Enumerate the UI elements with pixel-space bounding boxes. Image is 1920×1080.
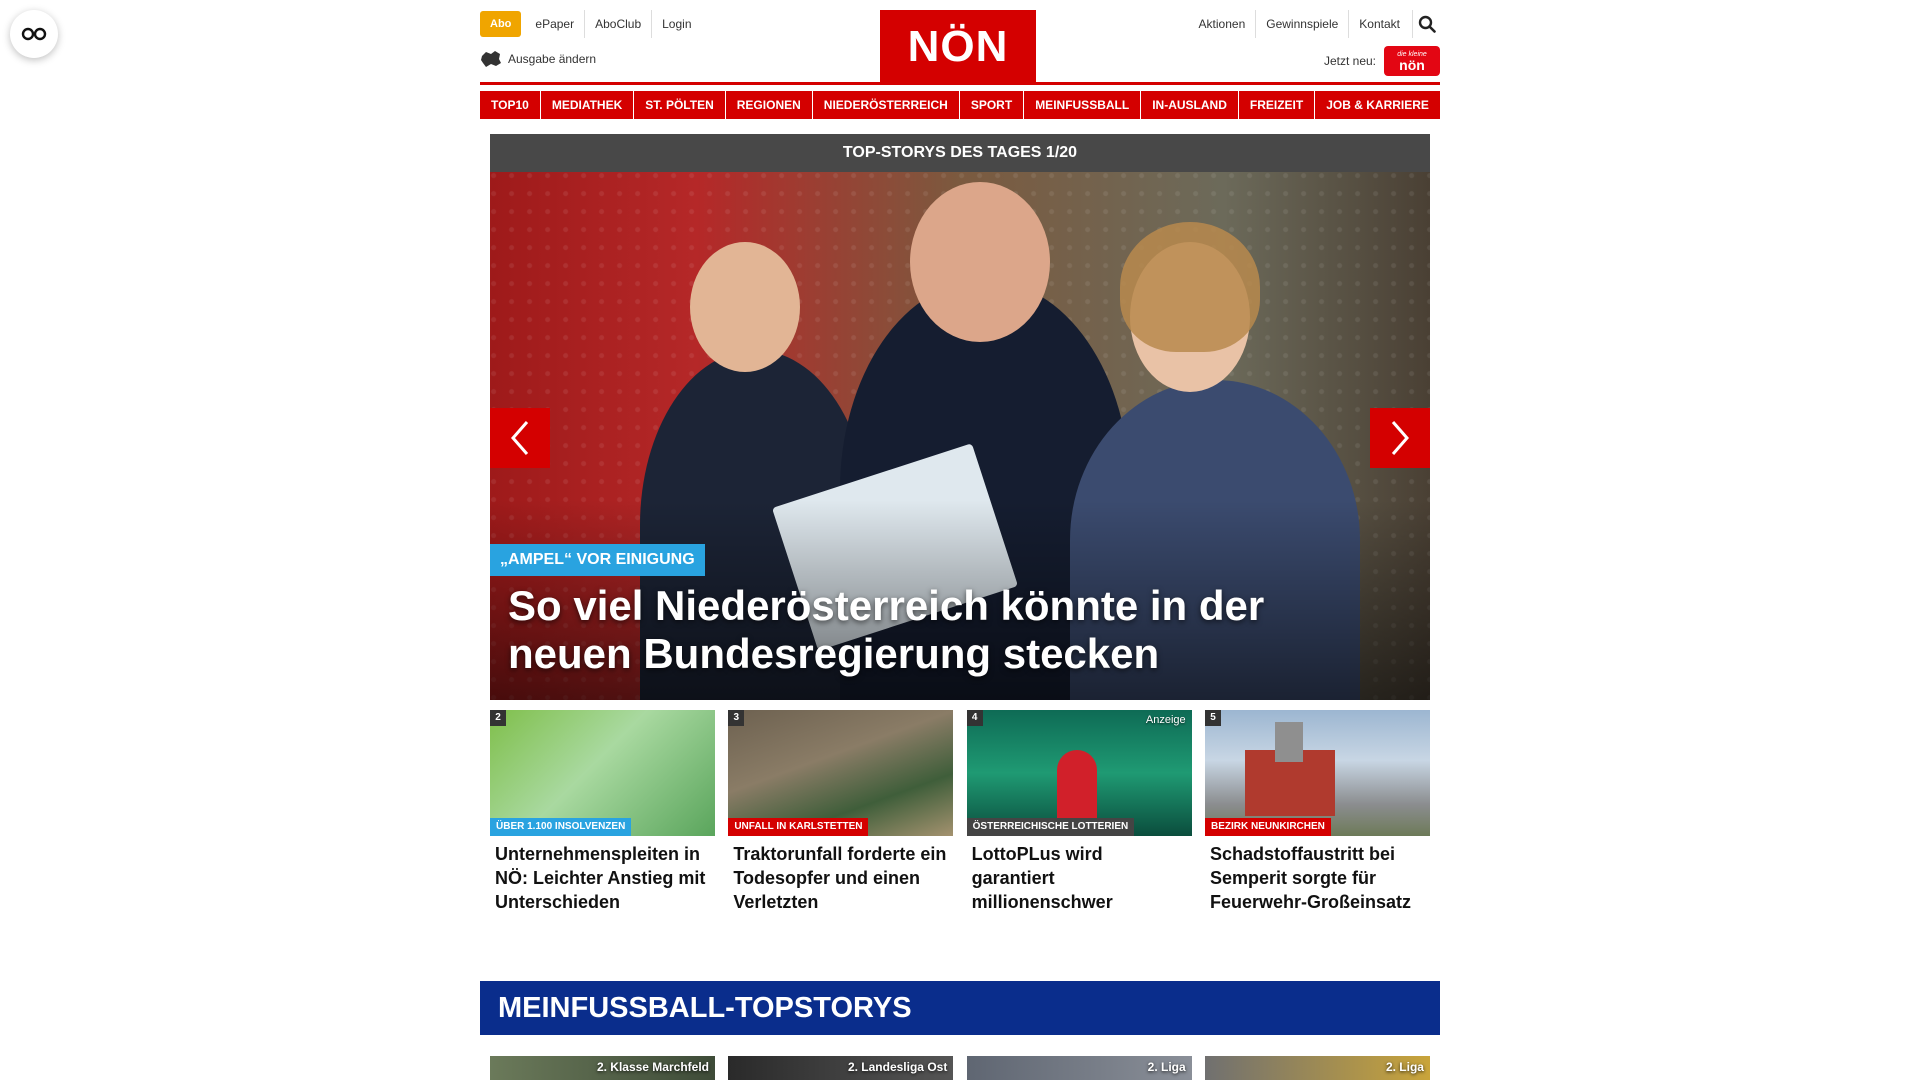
mf-story-card[interactable]: 2. Landesliga Ost	[728, 1056, 954, 1080]
top-left-links: Abo ePaper AboClub Login	[480, 10, 702, 38]
nav-item-meinfussball[interactable]: MEINFUSSBALL	[1024, 91, 1141, 119]
story-card[interactable]: 4 Anzeige ÖSTERREICHISCHE LOTTERIEN Lott…	[966, 710, 1192, 914]
edition-switch[interactable]: Ausgabe ändern	[480, 50, 596, 68]
hero-prev-button[interactable]	[490, 408, 550, 468]
mf-league-label: 2. Liga	[1385, 1060, 1424, 1074]
edition-label: Ausgabe ändern	[508, 52, 597, 66]
mf-story-card[interactable]: 2. Liga	[1204, 1056, 1430, 1080]
gewinnspiele-link[interactable]: Gewinnspiele	[1255, 10, 1348, 38]
factory-tower	[1274, 722, 1303, 762]
story-title[interactable]: Unternehmenspleiten in NÖ: Leichter Anst…	[490, 836, 715, 914]
hero-headline[interactable]: So viel Niederösterreich könnte in der n…	[508, 582, 1388, 678]
nav-item-freizeit[interactable]: FREIZEIT	[1238, 91, 1315, 119]
mf-league-label: 2. Klasse Marchfeld	[596, 1060, 709, 1074]
aktionen-link[interactable]: Aktionen	[1189, 10, 1256, 38]
nav-item-regionen[interactable]: REGIONEN	[725, 91, 812, 119]
story-kicker: BEZIRK NEUNKIRCHEN	[1204, 818, 1331, 836]
nav-item-top10[interactable]: TOP10	[480, 91, 540, 119]
hero-head-left	[690, 242, 800, 372]
site-header: Abo ePaper AboClub Login Ausgabe ändern …	[480, 0, 1440, 85]
meinfussball-stories: 2. Klasse Marchfeld 2. Landesliga Ost 2.…	[490, 1056, 1430, 1080]
story-card[interactable]: 3 UNFALL IN KARLSTETTEN Traktorunfall fo…	[728, 710, 954, 914]
hero-head-center	[910, 182, 1050, 342]
search-button[interactable]	[1412, 10, 1440, 38]
nav-item-mediathek[interactable]: MEDIATHEK	[540, 91, 634, 119]
epaper-link[interactable]: ePaper	[525, 10, 584, 38]
story-number: 4	[966, 710, 983, 726]
hero-next-button[interactable]	[1370, 408, 1430, 468]
ad-label: Anzeige	[1145, 714, 1186, 726]
top-stories-header: TOP-STORYS DES TAGES 1/20	[490, 134, 1430, 172]
login-link[interactable]: Login	[651, 10, 701, 38]
story-image: 4 Anzeige ÖSTERREICHISCHE LOTTERIEN	[966, 710, 1192, 836]
top-right-links: Aktionen Gewinnspiele Kontakt	[1189, 10, 1440, 38]
nav-item-in-ausland[interactable]: IN-AUSLAND	[1141, 91, 1238, 119]
nav-item-sport[interactable]: SPORT	[959, 91, 1024, 119]
hero-hair-right	[1120, 222, 1260, 352]
hero-story[interactable]: „AMPEL“ VOR EINIGUNG So viel Niederöster…	[490, 172, 1430, 700]
non-logo[interactable]: NÖN	[880, 10, 1036, 84]
story-kicker: ÜBER 1.100 INSOLVENZEN	[490, 818, 632, 836]
jetzt-neu-label: Jetzt neu:	[1323, 54, 1376, 68]
nav-item-niederoesterreich[interactable]: NIEDERÖSTERREICH	[812, 91, 959, 119]
story-image: 3 UNFALL IN KARLSTETTEN	[728, 710, 954, 836]
glasses-icon	[21, 27, 47, 41]
mf-league-label: 2. Liga	[1147, 1060, 1186, 1074]
chevron-right-icon	[1391, 421, 1409, 455]
kleine-noen-badge[interactable]: die kleine nön	[1384, 46, 1440, 76]
story-title[interactable]: LottoPLus wird garantiert millionenschwe…	[967, 836, 1192, 914]
mf-story-card[interactable]: 2. Liga	[966, 1056, 1192, 1080]
story-card[interactable]: 2 ÜBER 1.100 INSOLVENZEN Unternehmensple…	[490, 710, 715, 914]
story-card[interactable]: 5 BEZIRK NEUNKIRCHEN Schadstoffaustritt …	[1204, 710, 1430, 914]
story-number: 2	[490, 710, 506, 726]
map-icon	[481, 51, 501, 67]
main-nav: TOP10 MEDIATHEK ST. PÖLTEN REGIONEN NIED…	[480, 91, 1440, 119]
abo-button[interactable]: Abo	[480, 11, 522, 37]
jetzt-neu: Jetzt neu: die kleine nön	[1324, 46, 1440, 76]
badge-big-text: nön	[1399, 56, 1425, 73]
story-number: 3	[728, 710, 745, 726]
story-grid: 2 ÜBER 1.100 INSOLVENZEN Unternehmensple…	[490, 710, 1430, 914]
meinfussball-header[interactable]: MEINFUSSBALL-TOPSTORYS	[480, 981, 1440, 1035]
hero-kicker: „AMPEL“ VOR EINIGUNG	[490, 544, 705, 576]
nav-item-job-karriere[interactable]: JOB & KARRIERE	[1315, 91, 1440, 119]
header-divider	[480, 82, 1440, 85]
page: Abo ePaper AboClub Login Ausgabe ändern …	[480, 0, 1440, 1080]
story-title[interactable]: Traktorunfall forderte ein Todesopfer un…	[728, 836, 953, 914]
nav-item-st-poelten[interactable]: ST. PÖLTEN	[634, 91, 725, 119]
mf-league-label: 2. Landesliga Ost	[847, 1060, 948, 1074]
reader-mode-button[interactable]	[10, 10, 58, 58]
mf-story-card[interactable]: 2. Klasse Marchfeld	[490, 1056, 715, 1080]
story-kicker: UNFALL IN KARLSTETTEN	[728, 818, 869, 836]
story-kicker: ÖSTERREICHISCHE LOTTERIEN	[966, 818, 1135, 836]
story-number: 5	[1204, 710, 1221, 726]
aboclub-link[interactable]: AboClub	[584, 10, 651, 38]
story-image: 2 ÜBER 1.100 INSOLVENZEN	[490, 710, 715, 836]
chevron-left-icon	[511, 421, 529, 455]
top-stories: TOP-STORYS DES TAGES 1/20 „AMPEL“ VOR EI…	[490, 134, 1430, 914]
story-image: 5 BEZIRK NEUNKIRCHEN	[1204, 710, 1430, 836]
search-icon	[1418, 15, 1436, 33]
story-title[interactable]: Schadstoffaustritt bei Semperit sorgte f…	[1205, 836, 1430, 914]
kontakt-link[interactable]: Kontakt	[1348, 10, 1410, 38]
